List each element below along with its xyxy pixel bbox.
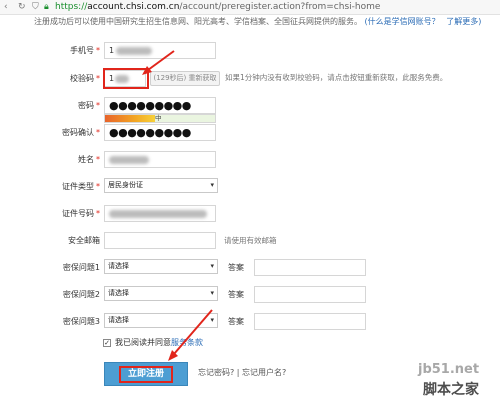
email-label: 安全邮箱: [68, 236, 100, 245]
submit-highlight-box: [119, 366, 173, 383]
q1-answer-label: 答案: [228, 263, 244, 272]
q3-answer-input[interactable]: [254, 313, 366, 330]
forgot-password-link[interactable]: 忘记密码?: [198, 368, 234, 377]
forgot-links: 忘记密码? | 忘记用户名?: [198, 368, 287, 377]
arrow-to-submit-icon: [168, 309, 213, 361]
chevron-down-icon: ▾: [210, 262, 214, 270]
q2-label: 密保问题2: [62, 290, 100, 299]
arrow-to-code-icon: [142, 50, 175, 75]
url-text[interactable]: https://account.chsi.com.cn/account/prer…: [55, 2, 380, 13]
password-strength-meter: 中: [104, 114, 216, 123]
q2-answer-input[interactable]: [254, 286, 366, 303]
address-bar[interactable]: ‹ ↻ ⛉ 🔒︎ https://account.chsi.com.cn/acc…: [0, 0, 500, 15]
q1-label: 密保问题1: [62, 263, 100, 272]
lock-icon: 🔒︎: [44, 2, 49, 12]
register-button[interactable]: 立即注册: [104, 362, 188, 386]
chevron-down-icon: ▾: [210, 289, 214, 297]
register-notice: 注册成功后可以使用中国研究生招生信息网、阳光高考、学信档案、全国征兵网提供的服务…: [34, 17, 482, 26]
q1-select[interactable]: 请选择 ▾: [104, 259, 218, 274]
learn-more-link[interactable]: 了解更多): [446, 17, 481, 26]
forgot-username-link[interactable]: 忘记用户名?: [242, 368, 286, 377]
q2-select[interactable]: 请选择 ▾: [104, 286, 218, 301]
q1-answer-input[interactable]: [254, 259, 366, 276]
q2-answer-label: 答案: [228, 290, 244, 299]
id-number-label: 证件号码 *: [62, 209, 100, 218]
password-confirm-input[interactable]: ●●●●●●●●●: [104, 124, 216, 141]
strength-fill: [105, 115, 155, 122]
id-number-input[interactable]: [104, 205, 216, 222]
password-label: 密码 *: [78, 101, 100, 110]
code-label: 校验码 *: [70, 74, 100, 83]
name-label: 姓名 *: [78, 155, 100, 164]
chevron-down-icon: ▾: [210, 181, 214, 189]
id-type-label: 证件类型 *: [62, 182, 100, 191]
q3-label: 密保问题3: [62, 317, 100, 326]
shield-icon: ⛉: [32, 2, 39, 12]
q3-answer-label: 答案: [228, 317, 244, 326]
id-type-select[interactable]: 居民身份证 ▾: [104, 178, 218, 193]
name-input[interactable]: [104, 151, 216, 168]
back-icon[interactable]: ‹: [4, 2, 8, 13]
password-confirm-label: 密码确认 *: [62, 128, 100, 137]
agree-checkbox[interactable]: ✓: [103, 339, 111, 347]
code-hint: 如果1分钟内没有收到校验码，请点击按钮重新获取，此服务免费。: [225, 73, 448, 82]
reload-icon[interactable]: ↻: [18, 2, 26, 13]
what-is-account-link[interactable]: (什么是学信网账号？: [365, 17, 440, 26]
email-hint: 请使用有效邮箱: [224, 236, 277, 245]
email-input[interactable]: [104, 232, 216, 249]
phone-label: 手机号 *: [70, 46, 100, 55]
strength-text: 中: [155, 114, 162, 122]
watermark-logo: 脚本之家: [423, 382, 479, 398]
watermark-text: jb51.net: [418, 362, 480, 377]
password-input[interactable]: ●●●●●●●●●: [104, 97, 216, 114]
